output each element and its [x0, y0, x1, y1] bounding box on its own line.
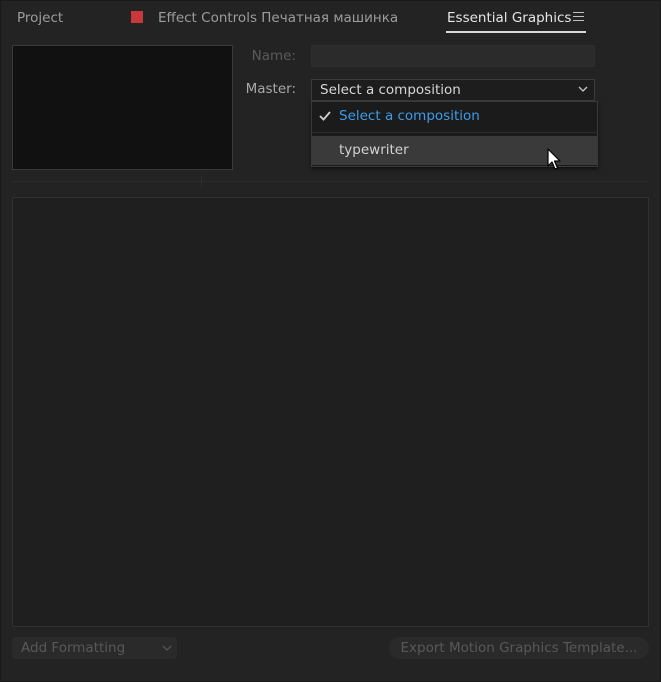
chevron-down-icon — [578, 86, 588, 92]
name-input[interactable] — [311, 45, 595, 67]
export-motion-graphics-template-button[interactable]: Export Motion Graphics Template... — [389, 637, 649, 659]
tab-project[interactable]: Project — [17, 1, 63, 35]
tab-effect-controls[interactable]: Effect Controls Печатная машинка — [158, 1, 398, 35]
name-label: Name: — [251, 48, 296, 64]
add-formatting-label: Add Formatting — [21, 640, 126, 656]
composition-preview — [12, 45, 233, 170]
dropdown-item-label: Select a composition — [339, 108, 480, 124]
dropdown-separator — [312, 132, 597, 133]
section-divider — [12, 181, 649, 182]
master-select[interactable]: Select a composition — [311, 79, 595, 101]
check-icon — [319, 111, 331, 121]
chevron-down-icon — [162, 645, 172, 651]
hamburger-menu-icon[interactable] — [573, 12, 584, 23]
master-select-value: Select a composition — [320, 82, 461, 98]
dropdown-item-label: typewriter — [339, 142, 409, 158]
tab-essential-graphics[interactable]: Essential Graphics — [447, 1, 571, 35]
properties-panel — [12, 197, 649, 627]
master-label: Master: — [245, 81, 296, 97]
active-tab-underline — [446, 31, 586, 33]
effect-controls-color-swatch — [131, 11, 143, 23]
essential-graphics-panel: Project Effect Controls Печатная машинка… — [0, 0, 661, 682]
dropdown-item-select-composition[interactable]: Select a composition — [312, 102, 597, 130]
add-formatting-dropdown[interactable]: Add Formatting — [12, 637, 177, 659]
panel-tab-bar: Project Effect Controls Печатная машинка… — [1, 1, 660, 37]
mouse-pointer-icon — [547, 148, 561, 170]
